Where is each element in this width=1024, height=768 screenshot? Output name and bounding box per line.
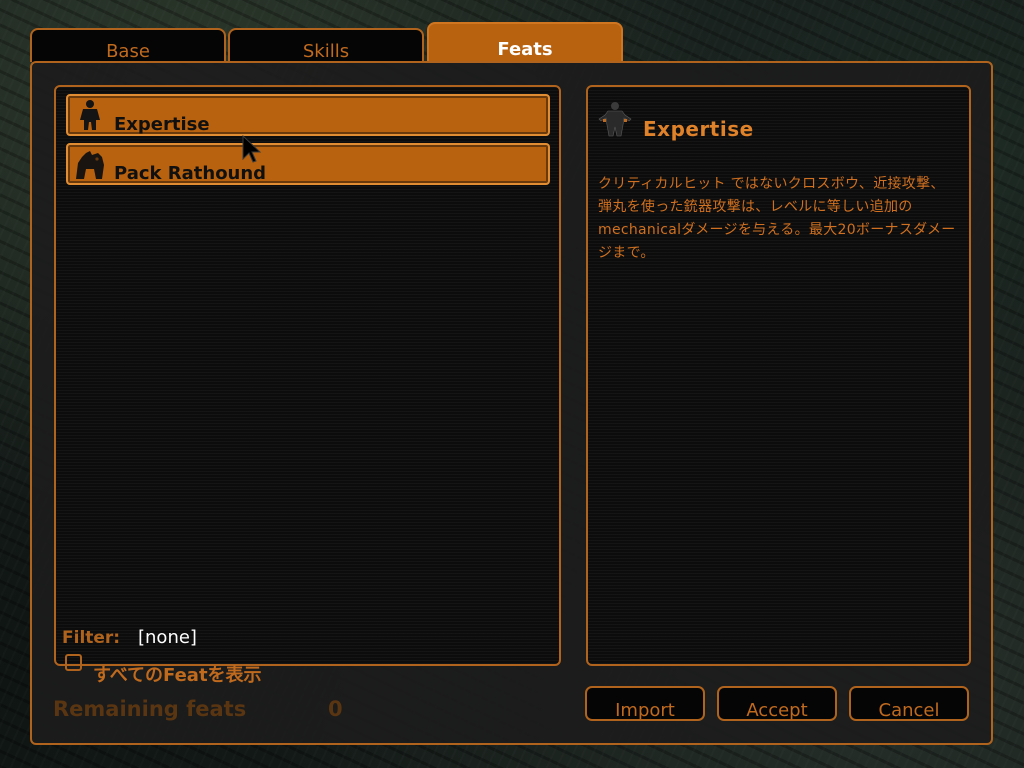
feat-detail-panel: Expertise クリティカルヒット ではないクロスボウ、近接攻撃、弾丸を使っ… — [586, 85, 971, 666]
feat-item-label: Expertise — [114, 114, 210, 135]
figure-icon — [598, 101, 632, 137]
show-all-checkbox[interactable] — [65, 654, 82, 671]
filter-value[interactable]: [none] — [138, 627, 197, 648]
figure-icon — [72, 98, 108, 132]
remaining-feats-value: 0 — [328, 697, 343, 721]
feat-item-expertise[interactable]: Expertise — [66, 94, 550, 136]
tab-skills[interactable]: Skills — [228, 28, 424, 62]
show-all-label: すべてのFeatを表示 — [93, 665, 262, 686]
remaining-feats-label: Remaining feats — [53, 697, 247, 721]
feat-item-pack-rathound[interactable]: Pack Rathound — [66, 143, 550, 185]
detail-description: クリティカルヒット ではないクロスボウ、近接攻撃、弾丸を使った銃器攻撃は、レベル… — [598, 176, 956, 261]
filter-label: Filter: — [62, 628, 121, 648]
detail-title: Expertise — [643, 117, 754, 141]
feat-item-label: Pack Rathound — [114, 163, 267, 184]
accept-button[interactable]: Accept — [717, 686, 837, 721]
tab-feats[interactable]: Feats — [427, 22, 623, 62]
cancel-button[interactable]: Cancel — [849, 686, 969, 721]
mouse-cursor-icon — [242, 134, 266, 165]
tab-base[interactable]: Base — [30, 28, 226, 62]
import-button[interactable]: Import — [585, 686, 705, 721]
feat-list-panel: Expertise Pack Rathound Filter: [none] す… — [54, 85, 561, 686]
character-window: Expertise Pack Rathound Filter: [none] す… — [30, 61, 993, 745]
rathound-icon — [72, 147, 108, 181]
